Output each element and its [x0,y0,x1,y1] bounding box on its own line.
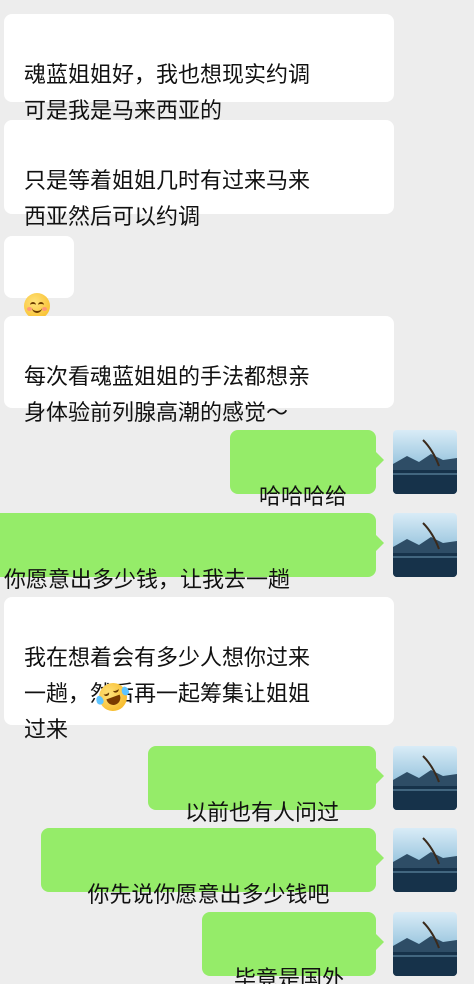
incoming-message[interactable]: 我在想着会有多少人想你过来 一趟，然后再一起筹集让姐姐 过来 [4,597,394,743]
user-avatar[interactable] [393,430,457,494]
user-avatar[interactable] [393,912,457,976]
avatar-landscape-icon [393,430,457,494]
message-text: 你愿意出多少钱，让我去一趟 [4,568,291,593]
message-text: 哈哈哈给 [258,485,347,510]
message-text: 魂蓝姐姐好，我也想现实约调 可是我是马来西亚的 [24,63,311,124]
outgoing-message[interactable]: 以前也有人问过 [148,746,384,826]
avatar-landscape-icon [393,746,457,810]
incoming-message[interactable]: 魂蓝姐姐好，我也想现实约调 可是我是马来西亚的 [4,14,394,124]
avatar-landscape-icon [393,513,457,577]
message-text: 只是等着姐姐几时有过来马来 西亚然后可以约调 [24,169,311,230]
user-avatar[interactable] [393,513,457,577]
incoming-message[interactable]: 只是等着姐姐几时有过来马来 西亚然后可以约调 [4,120,394,230]
incoming-message[interactable]: 每次看魂蓝姐姐的手法都想亲 身体验前列腺高潮的感觉～ [4,316,394,426]
outgoing-message[interactable]: 毕竟是国外 [202,912,384,984]
avatar-landscape-icon [393,828,457,892]
message-text: 你先说你愿意出多少钱吧 [87,883,330,908]
outgoing-message[interactable]: 哈哈哈给 [230,430,384,510]
incoming-message[interactable] [4,236,74,319]
outgoing-message[interactable]: 你愿意出多少钱，让我去一趟 [0,513,384,593]
avatar-landscape-icon [393,912,457,976]
message-text: 毕竟是国外 [233,967,344,984]
message-text: 我在想着会有多少人想你过来 一趟，然后再一起筹集让姐姐 过来 [24,646,311,743]
user-avatar[interactable] [393,828,457,892]
user-avatar[interactable] [393,746,457,810]
outgoing-message[interactable]: 你先说你愿意出多少钱吧 [41,828,384,908]
message-text: 每次看魂蓝姐姐的手法都想亲 身体验前列腺高潮的感觉～ [24,365,311,426]
message-text: 以前也有人问过 [184,801,339,826]
